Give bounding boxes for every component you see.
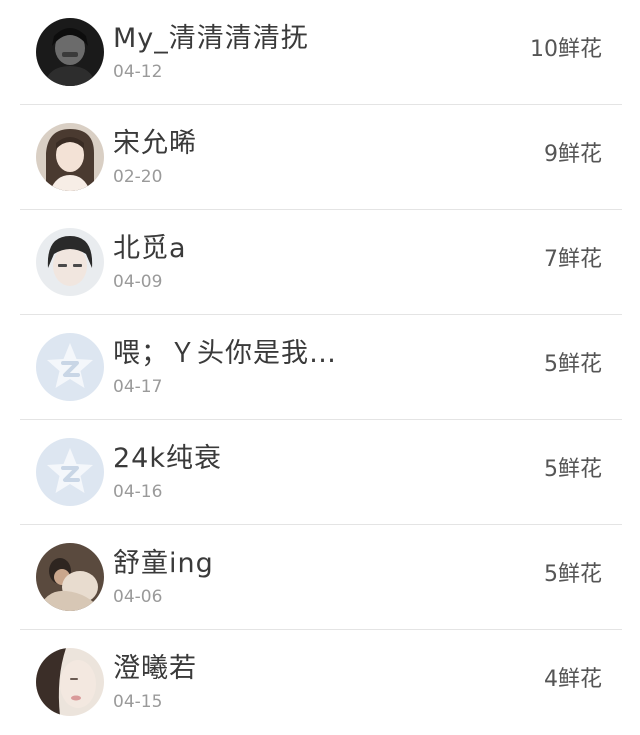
list-item[interactable]: My_清清清清抚 04-12 10鲜花: [0, 0, 640, 105]
user-name: 宋允晞: [113, 128, 197, 159]
date-label: 04-12: [113, 62, 163, 82]
date-label: 04-06: [113, 587, 163, 607]
avatar[interactable]: [36, 123, 104, 191]
flower-count: 7鲜花: [544, 247, 602, 272]
date-label: 04-09: [113, 272, 163, 292]
user-name: 喂；Ｙ头你是我…: [113, 338, 337, 369]
flower-count: 4鲜花: [544, 667, 602, 692]
list-item[interactable]: 24k纯衰 04-16 5鲜花: [0, 420, 640, 525]
flower-ranking-list: My_清清清清抚 04-12 10鲜花 宋允晞 02-20 9鲜花 北觅a 04…: [0, 0, 640, 720]
flower-count: 9鲜花: [544, 142, 602, 167]
list-item[interactable]: 舒童ing 04-06 5鲜花: [0, 525, 640, 630]
user-name: 北觅a: [113, 233, 187, 264]
date-label: 04-16: [113, 482, 163, 502]
flower-count: 5鲜花: [544, 352, 602, 377]
flower-count: 10鲜花: [530, 37, 602, 62]
flower-count: 5鲜花: [544, 562, 602, 587]
date-label: 04-17: [113, 377, 163, 397]
date-label: 04-15: [113, 692, 163, 712]
avatar[interactable]: [36, 648, 104, 716]
default-qzone-star-icon[interactable]: [36, 333, 104, 401]
flower-count: 5鲜花: [544, 457, 602, 482]
avatar[interactable]: [36, 18, 104, 86]
user-name: 舒童ing: [113, 548, 214, 579]
user-name: 24k纯衰: [113, 443, 222, 474]
avatar[interactable]: [36, 228, 104, 296]
avatar[interactable]: [36, 543, 104, 611]
list-item[interactable]: 宋允晞 02-20 9鲜花: [0, 105, 640, 210]
user-name: My_清清清清抚: [113, 23, 309, 54]
default-qzone-star-icon[interactable]: [36, 438, 104, 506]
user-name: 澄曦若: [113, 653, 197, 684]
list-item[interactable]: 澄曦若 04-15 4鲜花: [0, 630, 640, 735]
list-item[interactable]: 北觅a 04-09 7鲜花: [0, 210, 640, 315]
list-item[interactable]: 喂；Ｙ头你是我… 04-17 5鲜花: [0, 315, 640, 420]
date-label: 02-20: [113, 167, 163, 187]
